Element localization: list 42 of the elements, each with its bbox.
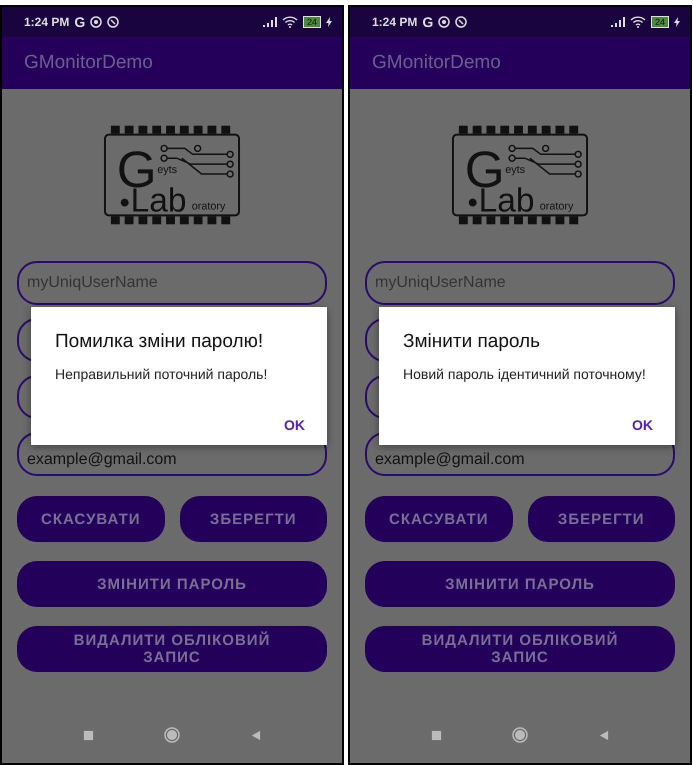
app-title: GMonitorDemo (24, 52, 153, 74)
status-time: 1:24 PM (24, 15, 70, 29)
notification-icon (107, 16, 120, 28)
action-button[interactable]: ЗБЕРЕГТИ (528, 496, 675, 542)
home-icon[interactable] (512, 727, 528, 743)
home-icon[interactable] (164, 727, 180, 743)
action-button[interactable]: ВИДАЛИТИ ОБЛІКОВИЙ ЗАПИС (17, 626, 327, 672)
back-icon[interactable] (250, 730, 261, 740)
logo-small-text: eyts (157, 164, 178, 176)
action-button[interactable]: ВИДАЛИТИ ОБЛІКОВИЙ ЗАПИС (365, 626, 675, 672)
notification-icon (438, 16, 450, 28)
dialog-message: Новий пароль ідентичний поточному! (403, 365, 647, 384)
dialog-title: Помилка зміни паролю! (55, 331, 264, 353)
logo-small-text: eyts (505, 164, 526, 176)
charging-icon (674, 17, 680, 27)
recent-apps-icon[interactable] (83, 730, 94, 740)
action-button[interactable]: ЗМІНИТИ ПАРОЛЬ (17, 561, 327, 607)
recent-apps-icon[interactable] (431, 730, 442, 740)
action-button[interactable]: СКАСУВАТИ (17, 496, 164, 542)
dialog-title: Змінити пароль (403, 331, 542, 353)
notification-icon (455, 16, 468, 28)
dialog-message: Неправильний поточний пароль! (55, 365, 268, 384)
action-button[interactable]: СКАСУВАТИ (365, 496, 512, 542)
charging-icon (326, 17, 332, 27)
wifi-icon (282, 16, 298, 28)
status-g-label: G (422, 14, 434, 30)
action-button[interactable]: ЗМІНИТИ ПАРОЛЬ (365, 561, 675, 607)
signal-icon (610, 17, 625, 27)
action-button[interactable]: ЗБЕРЕГТИ (180, 496, 327, 542)
input-field[interactable]: myUniqUserName (365, 261, 675, 305)
status-time: 1:24 PM (372, 15, 418, 29)
wifi-icon (630, 16, 646, 28)
logo-small-text: oratory (192, 200, 226, 212)
battery-indicator: 24 (302, 16, 321, 28)
status-g-label: G (74, 14, 86, 30)
signal-icon (262, 17, 277, 27)
notification-icon (90, 16, 102, 28)
logo-small-text: oratory (540, 200, 574, 212)
battery-indicator: 24 (650, 16, 669, 28)
app-title: GMonitorDemo (372, 52, 501, 74)
input-field[interactable]: myUniqUserName (17, 261, 327, 305)
back-icon[interactable] (598, 730, 609, 740)
